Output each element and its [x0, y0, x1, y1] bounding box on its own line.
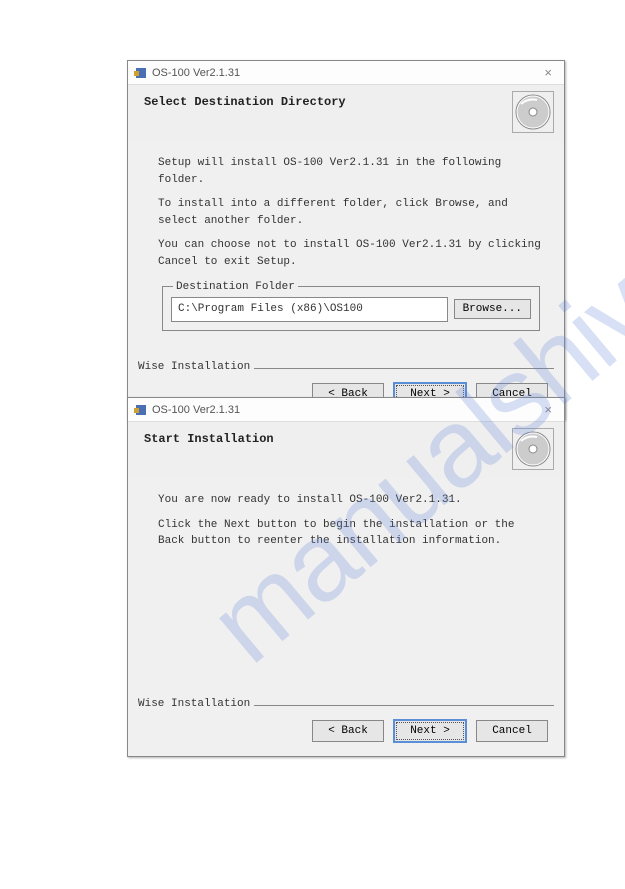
- destination-group: Destination Folder C:\Program Files (x86…: [162, 286, 540, 331]
- wise-installation-label: Wise Installation: [138, 698, 254, 710]
- next-button[interactable]: Next >: [394, 720, 466, 742]
- instruction-text: To install into a different folder, clic…: [158, 196, 544, 229]
- installer-icon: [134, 403, 148, 417]
- wise-installation-label: Wise Installation: [138, 361, 254, 373]
- titlebar: OS-100 Ver2.1.31 ×: [128, 61, 564, 85]
- window-title: OS-100 Ver2.1.31: [152, 404, 538, 416]
- destination-path-field[interactable]: C:\Program Files (x86)\OS100: [171, 297, 448, 322]
- header-area: Select Destination Directory: [128, 85, 564, 141]
- instruction-text: You are now ready to install OS-100 Ver2…: [158, 492, 544, 509]
- titlebar: OS-100 Ver2.1.31 ×: [128, 398, 564, 422]
- browse-button[interactable]: Browse...: [454, 299, 531, 319]
- installer-dialog-start: OS-100 Ver2.1.31 × Start Installation Yo…: [127, 397, 565, 757]
- body-area: You are now ready to install OS-100 Ver2…: [128, 478, 564, 676]
- instruction-text: Click the Next button to begin the insta…: [158, 517, 544, 550]
- installer-icon: [134, 66, 148, 80]
- page-heading: Start Installation: [144, 432, 548, 446]
- close-icon[interactable]: ×: [538, 402, 558, 417]
- disc-icon: [512, 428, 554, 470]
- window-title: OS-100 Ver2.1.31: [152, 67, 538, 79]
- disc-icon: [512, 91, 554, 133]
- instruction-text: You can choose not to install OS-100 Ver…: [158, 237, 544, 270]
- button-row: < Back Next > Cancel: [128, 710, 564, 756]
- installer-dialog-destination: OS-100 Ver2.1.31 × Select Destination Di…: [127, 60, 565, 420]
- separator: Wise Installation: [138, 361, 554, 373]
- header-area: Start Installation: [128, 422, 564, 478]
- page-heading: Select Destination Directory: [144, 95, 548, 109]
- back-button[interactable]: < Back: [312, 720, 384, 742]
- close-icon[interactable]: ×: [538, 65, 558, 80]
- destination-legend: Destination Folder: [173, 279, 298, 296]
- instruction-text: Setup will install OS-100 Ver2.1.31 in t…: [158, 155, 544, 188]
- cancel-button[interactable]: Cancel: [476, 720, 548, 742]
- body-area: Setup will install OS-100 Ver2.1.31 in t…: [128, 141, 564, 339]
- separator: Wise Installation: [138, 698, 554, 710]
